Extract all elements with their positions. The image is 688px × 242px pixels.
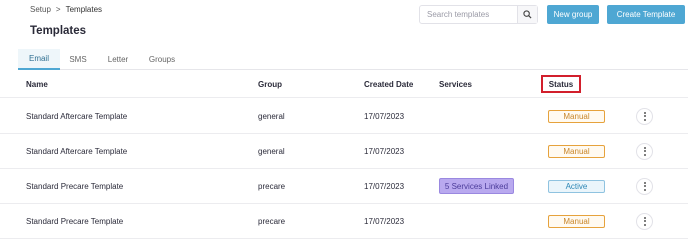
template-created-date: 17/07/2023: [364, 111, 405, 121]
status-badge: Manual: [548, 109, 605, 123]
template-tabs: Email SMS Letter Groups: [18, 49, 688, 70]
status-badge: Manual: [548, 214, 605, 228]
more-vertical-icon: [643, 216, 646, 226]
search-box: [419, 5, 538, 24]
row-menu-button[interactable]: [636, 212, 653, 230]
header-status: Status: [541, 72, 581, 97]
more-vertical-icon: [643, 146, 646, 156]
header-group: Group: [258, 80, 282, 89]
table-row[interactable]: Standard Aftercare Template general 17/0…: [0, 134, 688, 169]
table-row[interactable]: Standard Precare Template precare 17/07/…: [0, 204, 688, 239]
breadcrumb-setup-link[interactable]: Setup: [30, 5, 51, 14]
services-linked-badge[interactable]: 5 Services Linked: [439, 178, 514, 194]
create-template-button[interactable]: Create Template: [607, 5, 685, 24]
breadcrumb-separator: >: [55, 5, 61, 14]
more-vertical-icon: [643, 181, 646, 191]
template-name: Standard Precare Template: [26, 216, 124, 226]
tab-letter[interactable]: Letter: [96, 49, 140, 70]
status-badge: Active: [548, 179, 605, 193]
template-name: Standard Aftercare Template: [26, 111, 128, 121]
search-button[interactable]: [517, 6, 537, 23]
table-row[interactable]: Standard Aftercare Template general 17/0…: [0, 99, 688, 134]
header-services: Services: [439, 80, 472, 89]
table-row[interactable]: Standard Precare Template precare 17/07/…: [0, 169, 688, 204]
search-input[interactable]: [420, 6, 518, 23]
template-group: precare: [258, 216, 286, 226]
template-created-date: 17/07/2023: [364, 146, 405, 156]
page-title: Templates: [30, 25, 87, 37]
template-created-date: 17/07/2023: [364, 181, 405, 191]
new-group-button[interactable]: New group: [547, 5, 599, 24]
template-created-date: 17/07/2023: [364, 216, 405, 226]
table-header: Name Group Created Date Services Status: [0, 72, 688, 98]
status-highlight-box: [541, 75, 581, 93]
template-group: general: [258, 111, 285, 121]
row-menu-button[interactable]: [636, 107, 653, 125]
row-menu-button[interactable]: [636, 142, 653, 160]
tab-email[interactable]: Email: [18, 49, 60, 70]
tab-groups[interactable]: Groups: [140, 49, 184, 70]
tab-sms[interactable]: SMS: [60, 49, 96, 70]
search-icon: [523, 6, 532, 24]
breadcrumb: Setup > Templates: [30, 5, 102, 14]
template-group: general: [258, 146, 285, 156]
template-name: Standard Aftercare Template: [26, 146, 128, 156]
breadcrumb-current: Templates: [65, 5, 103, 14]
template-name: Standard Precare Template: [26, 181, 124, 191]
status-badge: Manual: [548, 144, 605, 158]
header-name: Name: [26, 80, 48, 89]
template-group: precare: [258, 181, 286, 191]
row-menu-button[interactable]: [636, 177, 653, 195]
header-created-date: Created Date: [364, 80, 414, 89]
more-vertical-icon: [643, 111, 646, 121]
